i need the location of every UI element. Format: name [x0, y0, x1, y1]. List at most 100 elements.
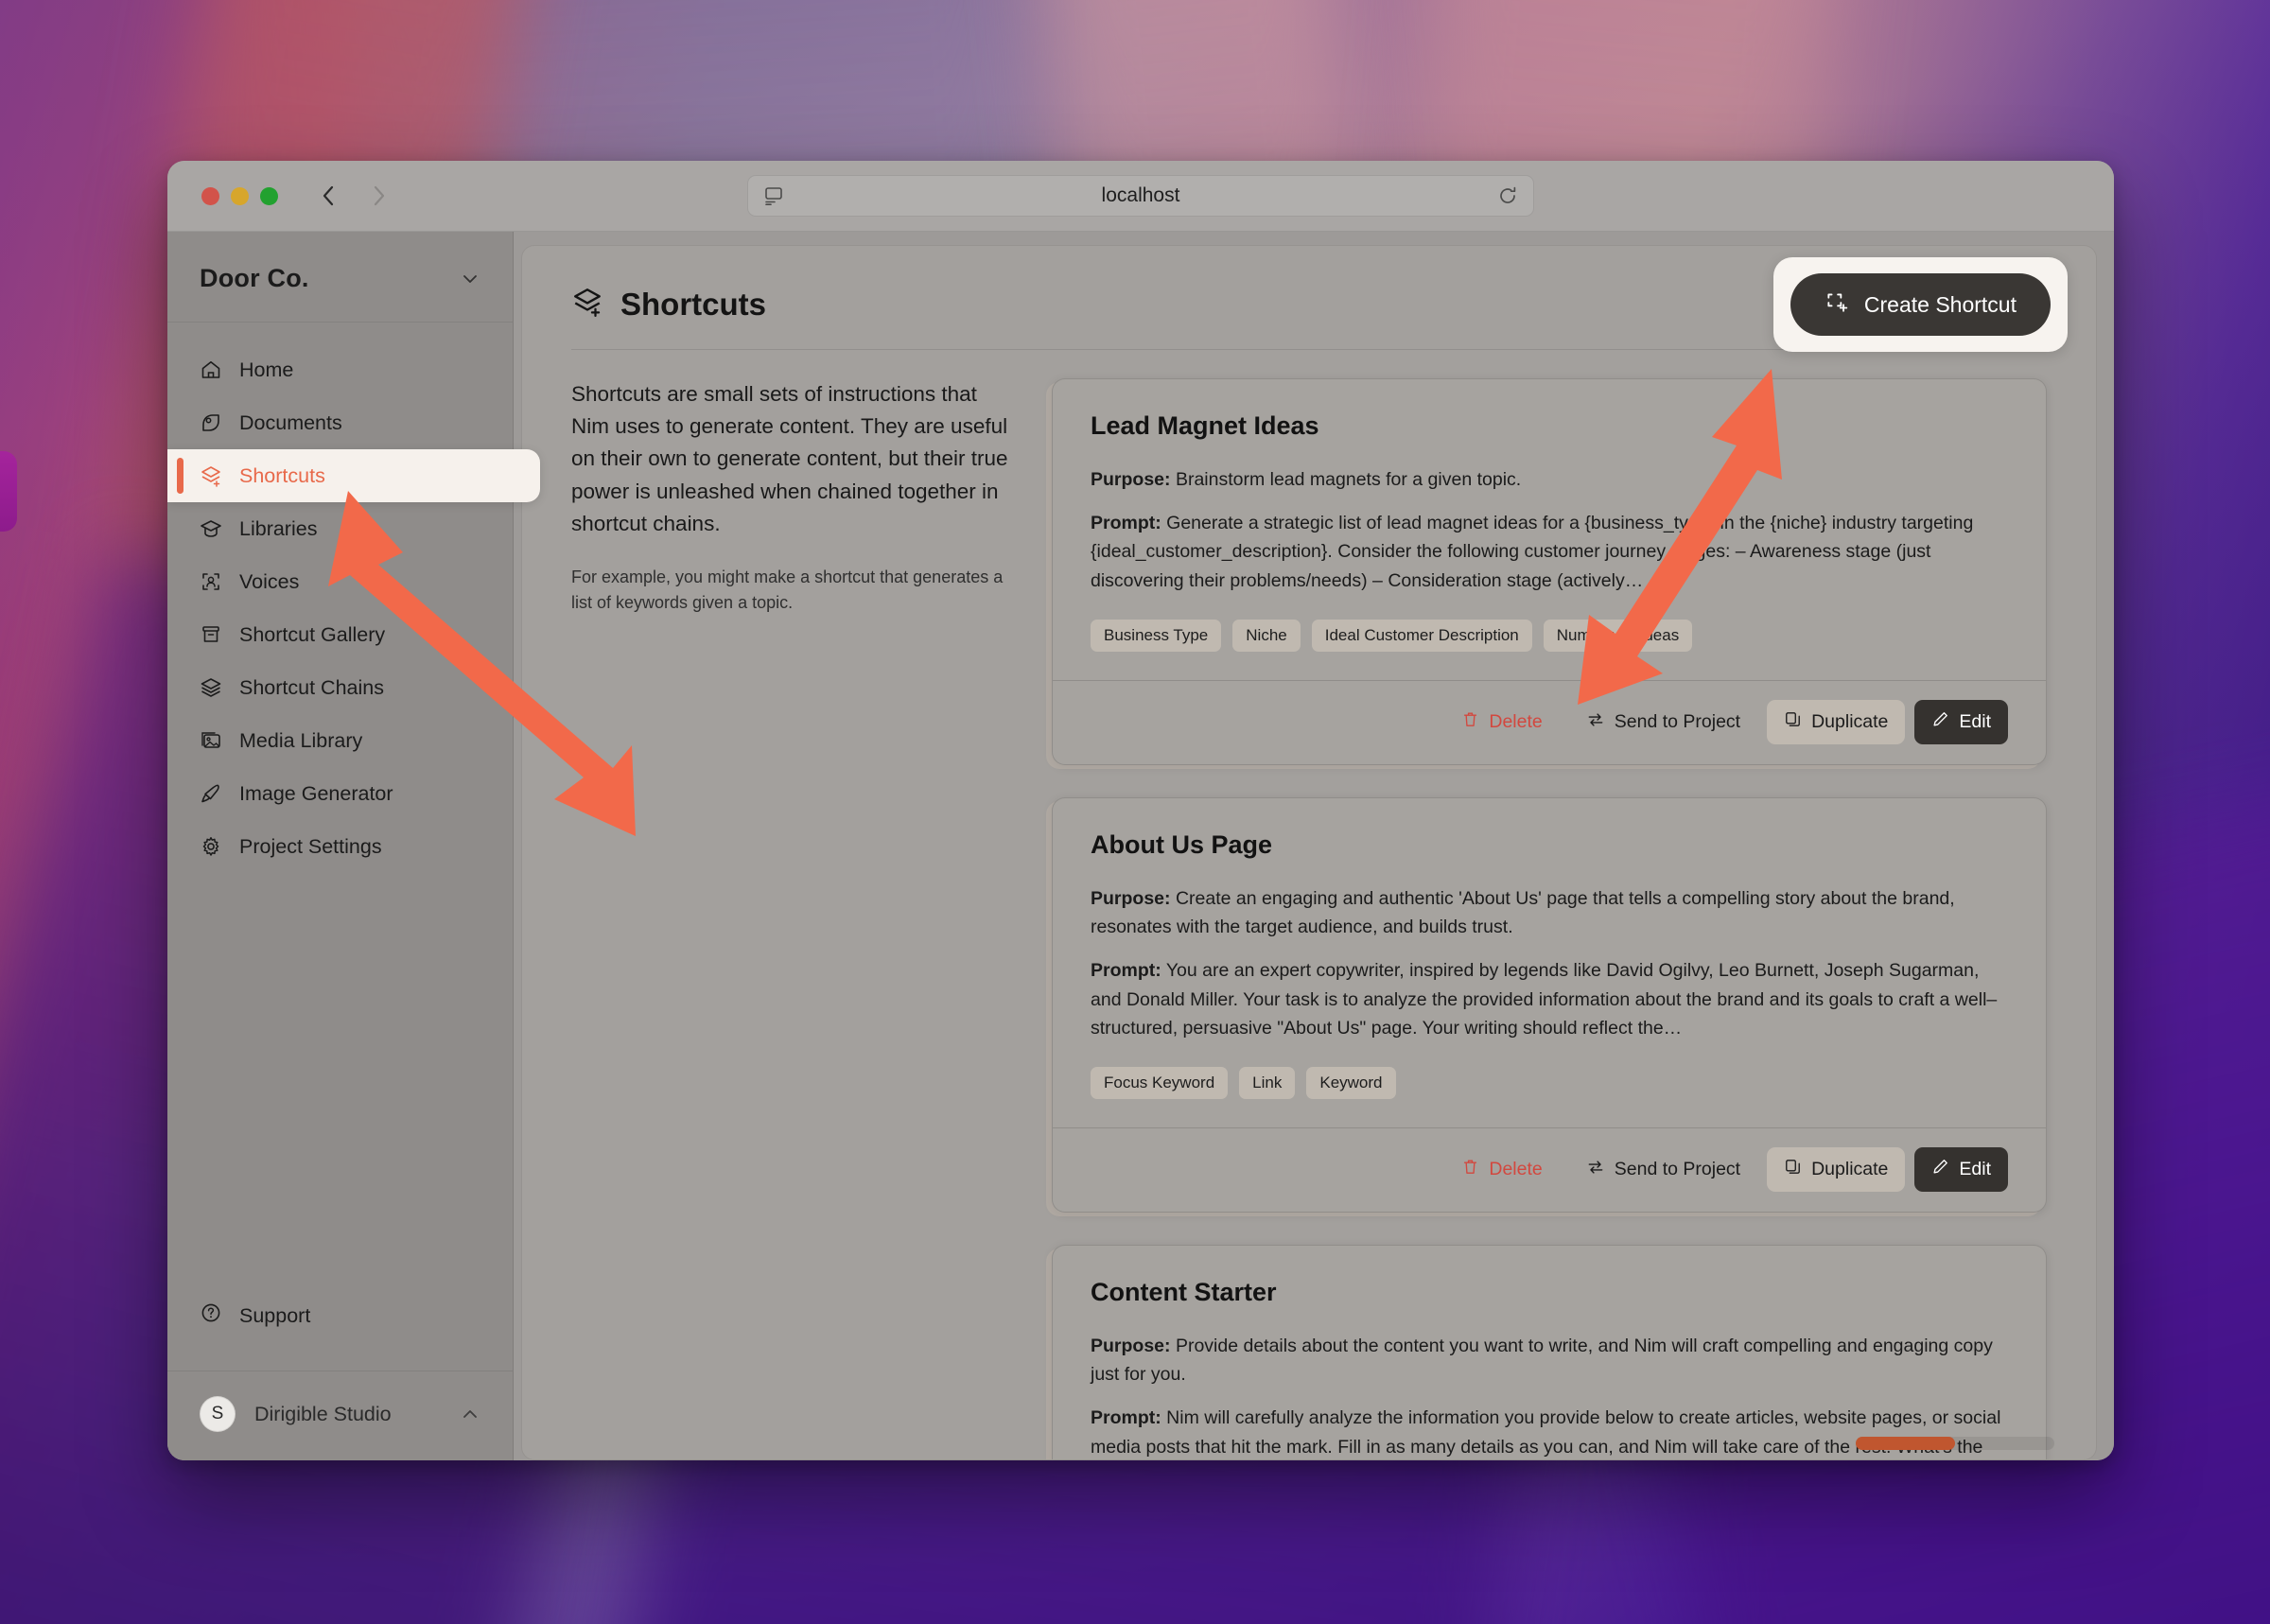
prompt-label: Prompt:: [1091, 960, 1161, 982]
address-bar-text: localhost: [1101, 184, 1180, 206]
horizontal-scrollbar[interactable]: [1856, 1437, 2054, 1450]
tag: Number Of Ideas: [1543, 619, 1693, 652]
back-chevron-icon[interactable]: [318, 183, 339, 209]
sidebar-item-label: Voices: [239, 569, 300, 593]
duplicate-button[interactable]: Duplicate: [1767, 700, 1906, 745]
maximize-window-button[interactable]: [260, 186, 278, 205]
card-prompt: Prompt: Generate a strategic list of lea…: [1091, 509, 2008, 595]
purpose-text: Brainstorm lead magnets for a given topi…: [1175, 469, 1522, 490]
sidebar-item-label: Support: [239, 1303, 311, 1327]
sidebar-nav: Home Documents Shortcuts Libraries Voice…: [167, 323, 540, 1289]
create-shortcut-button[interactable]: Create Shortcut: [1790, 273, 2051, 336]
delete-label: Delete: [1489, 711, 1543, 733]
layers-icon: [200, 676, 222, 699]
sidebar-toggle-icon[interactable]: [763, 185, 784, 206]
forward-chevron-icon[interactable]: [369, 183, 390, 209]
layers-plus-icon: [571, 286, 603, 323]
duplicate-button[interactable]: Duplicate: [1767, 1147, 1906, 1193]
browser-titlebar: localhost: [167, 161, 2114, 232]
card-actions: Delete Send to Project Duplicate Edit: [1053, 679, 2046, 764]
edit-button[interactable]: Edit: [1914, 700, 2008, 745]
pen-document-icon: [200, 411, 222, 434]
sidebar: Door Co. Home Documents Shortcuts Librar…: [167, 232, 540, 1460]
close-window-button[interactable]: [201, 186, 219, 205]
tag: Focus Keyword: [1091, 1066, 1229, 1099]
sidebar-item-documents[interactable]: Documents: [167, 396, 513, 449]
card-prompt: Prompt: Nim will carefully analyze the i…: [1091, 1404, 2008, 1459]
card-title: Lead Magnet Ideas: [1091, 411, 1319, 440]
card-tags: Focus Keyword Link Keyword: [1091, 1066, 2008, 1099]
sidebar-item-label: Home: [239, 358, 294, 381]
prompt-label: Prompt:: [1091, 513, 1161, 534]
sidebar-item-project-settings[interactable]: Project Settings: [167, 820, 513, 873]
sidebar-item-libraries[interactable]: Libraries: [167, 502, 513, 555]
tag: Ideal Customer Description: [1311, 619, 1532, 652]
voice-person-icon: [200, 570, 222, 593]
image-icon: [200, 729, 222, 752]
sidebar-item-shortcut-chains[interactable]: Shortcut Chains: [167, 661, 513, 714]
paintbrush-icon: [200, 782, 222, 805]
trash-icon: [1461, 710, 1479, 734]
trash-icon: [1461, 1158, 1479, 1181]
question-circle-icon: [200, 1301, 222, 1330]
sidebar-item-label: Image Generator: [239, 781, 393, 805]
minimize-window-button[interactable]: [231, 186, 249, 205]
card-actions: Delete Send to Project Duplicate Edit: [1053, 1126, 2046, 1212]
purpose-label: Purpose:: [1091, 887, 1171, 909]
prompt-text: Generate a strategic list of lead magnet…: [1091, 513, 1974, 591]
reload-icon[interactable]: [1497, 185, 1518, 206]
desktop-wallpaper: localhost Door Co. Home Documents Shortc…: [0, 0, 2270, 1624]
create-shortcut-label: Create Shortcut: [1863, 291, 2017, 317]
sidebar-item-shortcuts[interactable]: Shortcuts: [167, 449, 540, 502]
chevron-down-icon[interactable]: [460, 269, 480, 289]
send-to-project-button[interactable]: Send to Project: [1569, 1147, 1757, 1193]
purpose-text: Create an engaging and authentic 'About …: [1091, 887, 1955, 938]
delete-button[interactable]: Delete: [1444, 700, 1559, 744]
edit-button[interactable]: Edit: [1914, 1147, 2008, 1193]
dashed-square-plus-icon: [1825, 289, 1849, 320]
sidebar-item-label: Shortcut Chains: [239, 675, 384, 699]
sidebar-item-image-generator[interactable]: Image Generator: [167, 767, 513, 820]
sidebar-item-media-library[interactable]: Media Library: [167, 714, 513, 767]
edit-label: Edit: [1959, 1159, 1991, 1180]
address-bar[interactable]: localhost: [747, 175, 1534, 217]
delete-button[interactable]: Delete: [1444, 1147, 1559, 1192]
send-to-project-label: Send to Project: [1614, 1159, 1741, 1180]
purpose-label: Purpose:: [1091, 1335, 1171, 1356]
active-accent-bar: [177, 458, 183, 494]
card-purpose: Purpose: Brainstorm lead magnets for a g…: [1091, 465, 2008, 494]
user-account-switcher[interactable]: S Dirigible Studio: [167, 1371, 513, 1460]
sidebar-active-outer-tab: [0, 451, 17, 532]
send-to-project-button[interactable]: Send to Project: [1569, 700, 1757, 745]
purpose-text: Provide details about the content you wa…: [1091, 1335, 1993, 1386]
workspace-name: Door Co.: [200, 264, 309, 292]
tag: Niche: [1232, 619, 1301, 652]
browser-window: localhost Door Co. Home Documents Shortc…: [167, 161, 2114, 1460]
card-prompt: Prompt: You are an expert copywriter, in…: [1091, 956, 2008, 1042]
chevron-up-icon[interactable]: [460, 1404, 480, 1424]
main-content: Shortcuts Create Shortcut Shortcuts are …: [514, 232, 2114, 1460]
sidebar-item-shortcut-gallery[interactable]: Shortcut Gallery: [167, 608, 513, 661]
prompt-text: Nim will carefully analyze the informati…: [1091, 1407, 2001, 1458]
shortcut-card[interactable]: Content Starter Purpose: Provide details…: [1052, 1244, 2047, 1459]
scrollbar-thumb[interactable]: [1856, 1437, 1955, 1450]
card-title: Content Starter: [1091, 1277, 1277, 1306]
sidebar-item-voices[interactable]: Voices: [167, 555, 513, 608]
sidebar-item-home[interactable]: Home: [167, 343, 513, 396]
intro-text: Shortcuts are small sets of instructions…: [571, 382, 1008, 535]
copy-icon: [1784, 710, 1802, 734]
sidebar-item-support[interactable]: Support: [167, 1289, 513, 1342]
card-purpose: Purpose: Create an engaging and authenti…: [1091, 884, 2008, 941]
card-tags: Business Type Niche Ideal Customer Descr…: [1091, 619, 2008, 652]
pencil-icon: [1931, 710, 1949, 734]
card-title: About Us Page: [1091, 829, 1273, 859]
avatar: S: [200, 1396, 236, 1432]
shortcut-card[interactable]: About Us Page Purpose: Create an engagin…: [1052, 796, 2047, 1213]
send-to-project-label: Send to Project: [1614, 711, 1741, 733]
workspace-switcher[interactable]: Door Co.: [167, 232, 513, 323]
sidebar-item-label: Shortcut Gallery: [239, 622, 386, 646]
page-title-text: Shortcuts: [620, 286, 767, 322]
shortcut-card[interactable]: Lead Magnet Ideas Purpose: Brainstorm le…: [1052, 378, 2047, 765]
delete-label: Delete: [1489, 1159, 1543, 1180]
window-traffic-lights[interactable]: [201, 186, 278, 205]
